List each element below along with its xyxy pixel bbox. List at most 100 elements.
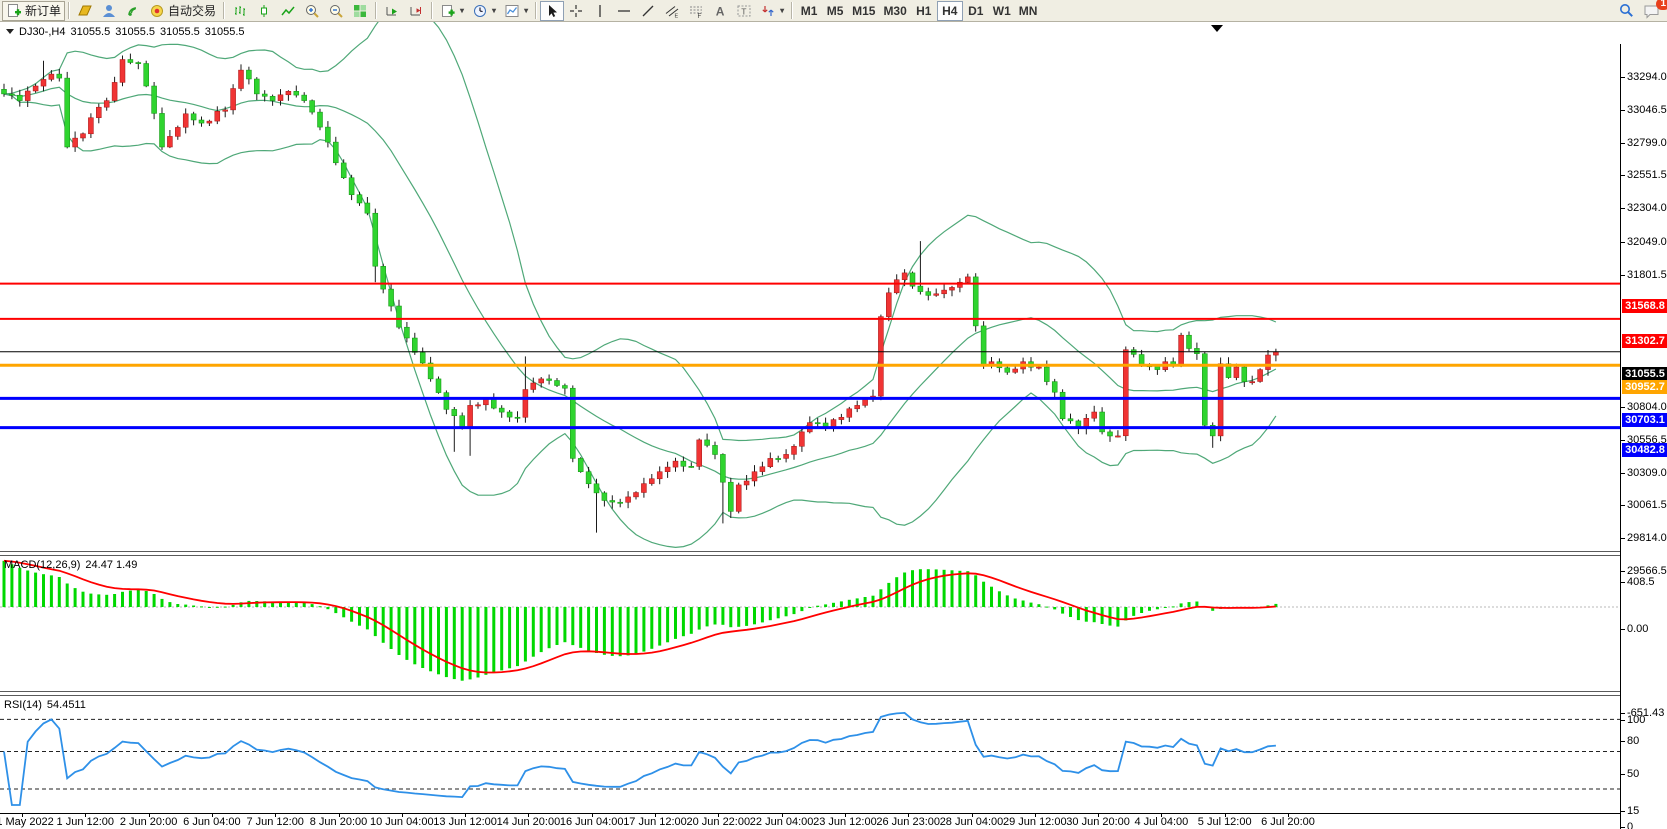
rsi-tick-label-dash [1621,827,1625,828]
rsi-tick-label: 0 [1627,821,1634,829]
rsi-tick-label: 50 [1627,767,1640,780]
time-tick-label: 2 Jun 20:00 [119,816,178,828]
equidistant-channel-icon: E [665,5,679,19]
time-tick-label: 1 Jun 12:00 [56,816,115,828]
cursor-tool-button[interactable] [540,0,565,21]
time-tick-label: 8 Jun 20:00 [309,816,368,828]
fibonacci-tool-button[interactable]: F [684,1,708,21]
price-axis[interactable]: 33294.0 33046.5 32799.0 32551.5 32304.0 32049… [1620,44,1667,829]
price-tick-label: 29814.0 [1627,532,1667,545]
price-tick-label: 32799.0 [1627,136,1667,149]
timeframe-button-M30[interactable]: M30 [879,1,910,21]
timeframe-button-M15[interactable]: M15 [848,1,879,21]
svg-text:F: F [698,14,702,19]
timeframe-button-H1[interactable]: H1 [911,1,937,21]
horizontal-line-tool-button[interactable] [612,1,636,21]
price-tick-label: 32551.5 [1627,169,1667,182]
crosshair-icon [570,4,583,17]
timeframe-button-MN[interactable]: MN [1015,1,1042,21]
crosshair-tool-button[interactable] [564,1,588,21]
rsi-chart [0,711,1620,806]
time-tick-label: 14 Jun 20:00 [496,816,561,828]
price-tick-label-dash [1621,142,1625,144]
vertical-line-tool-button[interactable] [588,1,612,21]
price-tick-label-dash [1621,241,1625,243]
price-chart-pane[interactable]: DJ30-,H4 31055.5 31055.5 31055.5 31055.5 [0,22,1620,551]
dropdown-caret-icon: ▾ [780,6,785,15]
search-button[interactable] [1614,1,1639,21]
time-tick-label: 23 Jun 12:00 [813,816,877,828]
autotrade-button[interactable]: 自动交易 [145,1,220,21]
price-tick-label: 31801.5 [1627,268,1667,281]
price-tick-label: 32049.0 [1627,235,1667,248]
price-tick-label-dash [1621,109,1625,111]
new-chart-button[interactable]: ▾ [436,1,468,21]
macd-chart [0,559,1620,681]
timeframe-button-W1[interactable]: W1 [989,1,1015,21]
time-tick-label: 10 Jun 04:00 [369,816,434,828]
toolbar-separator [223,2,226,19]
toolbar-separator [68,2,71,19]
search-icon [1620,4,1633,17]
price-tick-label-dash [1621,175,1625,177]
rsi-pane[interactable]: RSI(14) 54.4511 [0,696,1620,813]
macd-tick-label-dash [1621,712,1625,714]
template-icon [505,4,519,17]
bar-open-value: 31055.5 [70,26,111,38]
arrows-tool-button[interactable]: ▾ [756,1,788,21]
horizontal-line-icon [618,9,631,12]
time-tick-label: 7 Jun 12:00 [246,816,304,828]
timeframe-button-H4[interactable]: H4 [936,0,963,21]
zoom-out-icon [330,4,343,18]
macd-pane[interactable]: MACD(12,26,9) 24.47 1.49 [0,556,1620,691]
text-label-tool-button[interactable]: T [732,1,756,21]
current-price-badge: 31055.5 [1622,366,1667,381]
new-chart-icon [442,4,455,17]
new-order-icon [8,3,21,17]
new-order-label: 新订单 [25,4,62,18]
zoom-in-button[interactable] [300,1,324,21]
cursor-icon [549,4,558,17]
text-icon: A [716,4,725,18]
text-tool-button[interactable]: A [708,1,732,21]
trendline-tool-button[interactable] [636,1,660,21]
tile-windows-button[interactable] [348,1,372,21]
market-watch-button[interactable] [73,1,97,21]
signals-button[interactable] [121,1,145,21]
price-tick-label-dash [1621,505,1625,507]
time-tick-label: 6 Jun 04:00 [183,816,241,828]
price-tick-label-dash [1621,439,1625,441]
candlestick-chart-button[interactable] [252,1,276,21]
navigator-button[interactable] [97,1,121,21]
time-tick-label: 31 May 2022 [0,816,54,828]
price-tick-label-dash [1621,208,1625,210]
periods-button[interactable]: ▾ [468,1,500,21]
time-tick-label: 26 Jun 23:00 [876,816,940,828]
chart-window: DJ30-,H4 31055.5 31055.5 31055.5 31055.5… [0,22,1667,829]
chart-shift-button[interactable] [404,1,428,21]
timeframe-button-M5[interactable]: M5 [822,1,848,21]
timeframe-button-D1[interactable]: D1 [963,1,989,21]
macd-tick-label: 408.5 [1627,575,1655,588]
auto-scroll-button[interactable] [380,1,404,21]
time-tick-label: 17 Jun 12:00 [623,816,687,828]
bar-close-value: 31055.5 [204,26,245,38]
bar-chart-button[interactable] [228,1,252,21]
bar-high-value: 31055.5 [115,26,155,38]
time-tick-label: 6 Jul 20:00 [1261,816,1315,828]
bar-low-value: 31055.5 [160,26,200,38]
zoom-out-button[interactable] [324,1,348,21]
level-price-badge: 31568.8 [1622,298,1667,313]
time-tick-label: 16 Jun 04:00 [559,816,624,828]
channel-tool-button[interactable]: E [660,1,684,21]
templates-button[interactable]: ▾ [500,1,532,21]
time-axis[interactable]: 31 May 20221 Jun 12:00 2 Jun 20:00 6 Jun 0… [0,813,1667,829]
price-tick-label-dash [1621,406,1625,408]
timeframe-button-M1[interactable]: M1 [796,1,822,21]
bar-chart-icon [235,5,246,16]
line-chart-button[interactable] [276,1,300,21]
arrows-icon [762,5,774,16]
dropdown-caret-icon: ▾ [460,6,465,15]
new-order-button[interactable]: 新订单 [2,0,66,21]
notifications-button[interactable]: 1 [1639,0,1667,21]
